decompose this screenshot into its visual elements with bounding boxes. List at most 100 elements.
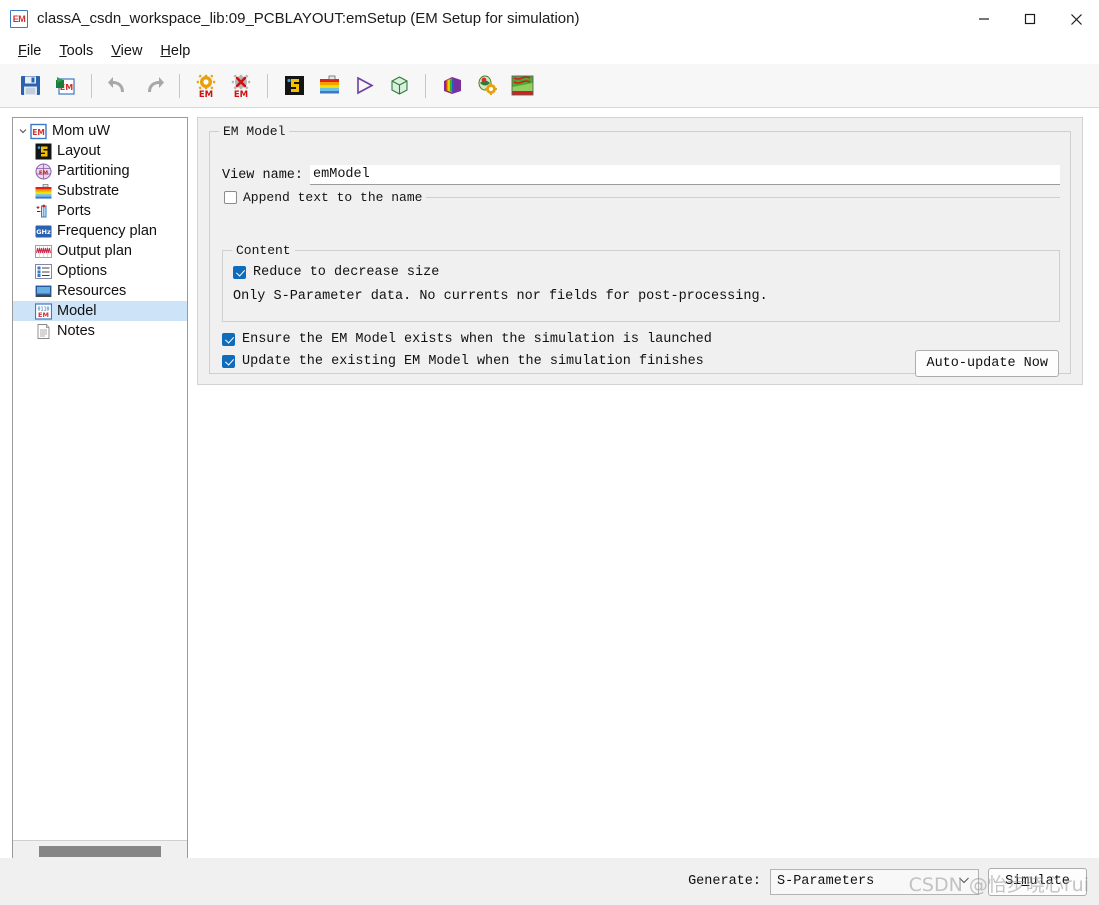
work-area: EM Mom uW Layout EM Partitioning Substra…: [0, 108, 1099, 905]
reduce-size-row[interactable]: Reduce to decrease size: [233, 265, 768, 280]
mesh-cube-icon[interactable]: [383, 70, 415, 102]
save-em-setup-icon[interactable]: EM: [49, 70, 81, 102]
resources-icon: [35, 285, 52, 297]
tree-item-label: Notes: [57, 323, 95, 339]
toolbar: EM EM EM: [0, 64, 1099, 108]
reduce-size-label: Reduce to decrease size: [253, 265, 440, 280]
menu-tools[interactable]: Tools: [51, 41, 101, 61]
undo-icon[interactable]: [102, 70, 134, 102]
tree-item-label: Model: [57, 303, 97, 319]
redo-icon[interactable]: [137, 70, 169, 102]
update-model-label: Update the existing EM Model when the si…: [242, 354, 704, 369]
toolbar-separator: [267, 73, 268, 98]
bottom-action-bar: Generate: S-Parameters Simulate: [0, 858, 1099, 905]
ports-icon: [36, 204, 47, 217]
menu-view-label: iew: [120, 43, 143, 59]
append-text-label: Append text to the name: [243, 190, 423, 205]
tree-item-label: Mom uW: [52, 123, 110, 139]
generate-label: Generate:: [688, 874, 761, 889]
tree-item-mom-uw[interactable]: EM Mom uW: [13, 121, 187, 141]
maximize-icon[interactable]: [1007, 0, 1053, 38]
ensure-model-row[interactable]: Ensure the EM Model exists when the simu…: [222, 332, 712, 347]
close-icon[interactable]: [1053, 0, 1099, 38]
em-icon: EM: [30, 123, 47, 139]
svg-text:EM: EM: [32, 128, 45, 137]
em-stop-icon[interactable]: EM: [225, 70, 257, 102]
tree-item-frequency-plan[interactable]: GHz Frequency plan: [13, 221, 187, 241]
view-name-row: View name:: [222, 165, 1060, 185]
tree-item-notes[interactable]: Notes: [13, 321, 187, 341]
navigation-tree-panel: EM Mom uW Layout EM Partitioning Substra…: [12, 117, 188, 863]
menu-file[interactable]: File: [10, 41, 49, 61]
reduce-size-checkbox[interactable]: [233, 266, 246, 279]
generate-select-value: S-Parameters: [777, 874, 875, 889]
em-results-icon[interactable]: [506, 70, 538, 102]
chevron-down-icon[interactable]: [958, 876, 970, 888]
content-group-title: Content: [232, 243, 295, 258]
auto-update-now-button[interactable]: Auto-update Now: [915, 350, 1059, 377]
chevron-down-icon[interactable]: [16, 125, 29, 138]
tree-item-label: Ports: [57, 203, 91, 219]
tree-item-label: Options: [57, 263, 107, 279]
substrate-icon[interactable]: [313, 70, 345, 102]
toolbar-separator: [425, 73, 426, 98]
layout-icon[interactable]: [278, 70, 310, 102]
partitioning-icon: EM: [35, 163, 52, 179]
scrollbar-thumb[interactable]: [39, 846, 161, 857]
rainbow-cube-icon[interactable]: [436, 70, 468, 102]
generate-select[interactable]: S-Parameters: [770, 868, 979, 895]
em-model-group-title: EM Model: [219, 124, 290, 139]
layout-icon: [35, 143, 52, 159]
svg-text:EM: EM: [199, 90, 213, 98]
tree-item-partitioning[interactable]: EM Partitioning: [13, 161, 187, 181]
append-text-group-title: Append text to the name: [222, 190, 427, 205]
substrate-icon: [35, 183, 52, 199]
em-simulate-icon[interactable]: EM: [190, 70, 222, 102]
em-options-icon[interactable]: [471, 70, 503, 102]
menu-view[interactable]: View: [103, 41, 150, 61]
svg-text:EM: EM: [234, 90, 248, 98]
update-model-checkbox[interactable]: [222, 355, 235, 368]
output-plan-icon: [35, 244, 52, 258]
content-group-body: Reduce to decrease size Only S-Parameter…: [233, 265, 768, 304]
menu-help[interactable]: Help: [152, 41, 198, 61]
tree-item-resources[interactable]: Resources: [13, 281, 187, 301]
simulate-button[interactable]: Simulate: [988, 867, 1087, 896]
model-update-options: Ensure the EM Model exists when the simu…: [222, 332, 712, 369]
em-model-group: EM Model View name: Append text to the n…: [209, 124, 1071, 377]
tree-item-output-plan[interactable]: Output plan: [13, 241, 187, 261]
reduce-size-note: Only S-Parameter data. No currents nor f…: [233, 289, 768, 304]
title-bar: EM classA_csdn_workspace_lib:09_PCBLAYOU…: [0, 0, 1099, 38]
tree-item-substrate[interactable]: Substrate: [13, 181, 187, 201]
tree-item-model[interactable]: 0110 EM Model: [13, 301, 187, 321]
tree-item-label: Substrate: [57, 183, 120, 199]
menu-file-label: ile: [26, 43, 42, 59]
minimize-icon[interactable]: [961, 0, 1007, 38]
tree-item-layout[interactable]: Layout: [13, 141, 187, 161]
tree-item-ports[interactable]: Ports: [13, 201, 187, 221]
app-icon: EM: [10, 9, 28, 28]
append-text-group: Append text to the name: [222, 190, 1060, 235]
ghz-icon: GHz: [35, 225, 52, 237]
append-text-checkbox[interactable]: [224, 191, 237, 204]
tree-item-label: Frequency plan: [57, 223, 157, 239]
toolbar-separator: [179, 73, 180, 98]
run-icon[interactable]: [348, 70, 380, 102]
content-group: Content Reduce to decrease size Only S-P…: [222, 243, 1060, 322]
menu-bar: File Tools View Help: [0, 38, 1099, 64]
ensure-model-checkbox[interactable]: [222, 333, 235, 346]
toolbar-separator: [91, 73, 92, 98]
svg-text:GHz: GHz: [36, 228, 51, 236]
tree-item-label: Output plan: [57, 243, 132, 259]
save-icon[interactable]: [14, 70, 46, 102]
menu-help-label: elp: [170, 43, 191, 59]
svg-text:EM: EM: [38, 311, 49, 319]
window-title: classA_csdn_workspace_lib:09_PCBLAYOUT:e…: [37, 10, 580, 27]
svg-text:EM: EM: [39, 170, 48, 176]
view-name-label: View name:: [222, 167, 304, 183]
update-model-row[interactable]: Update the existing EM Model when the si…: [222, 354, 712, 369]
view-name-input[interactable]: [310, 165, 1060, 185]
tree-item-label: Layout: [57, 143, 101, 159]
ensure-model-label: Ensure the EM Model exists when the simu…: [242, 332, 712, 347]
tree-item-options[interactable]: Options: [13, 261, 187, 281]
